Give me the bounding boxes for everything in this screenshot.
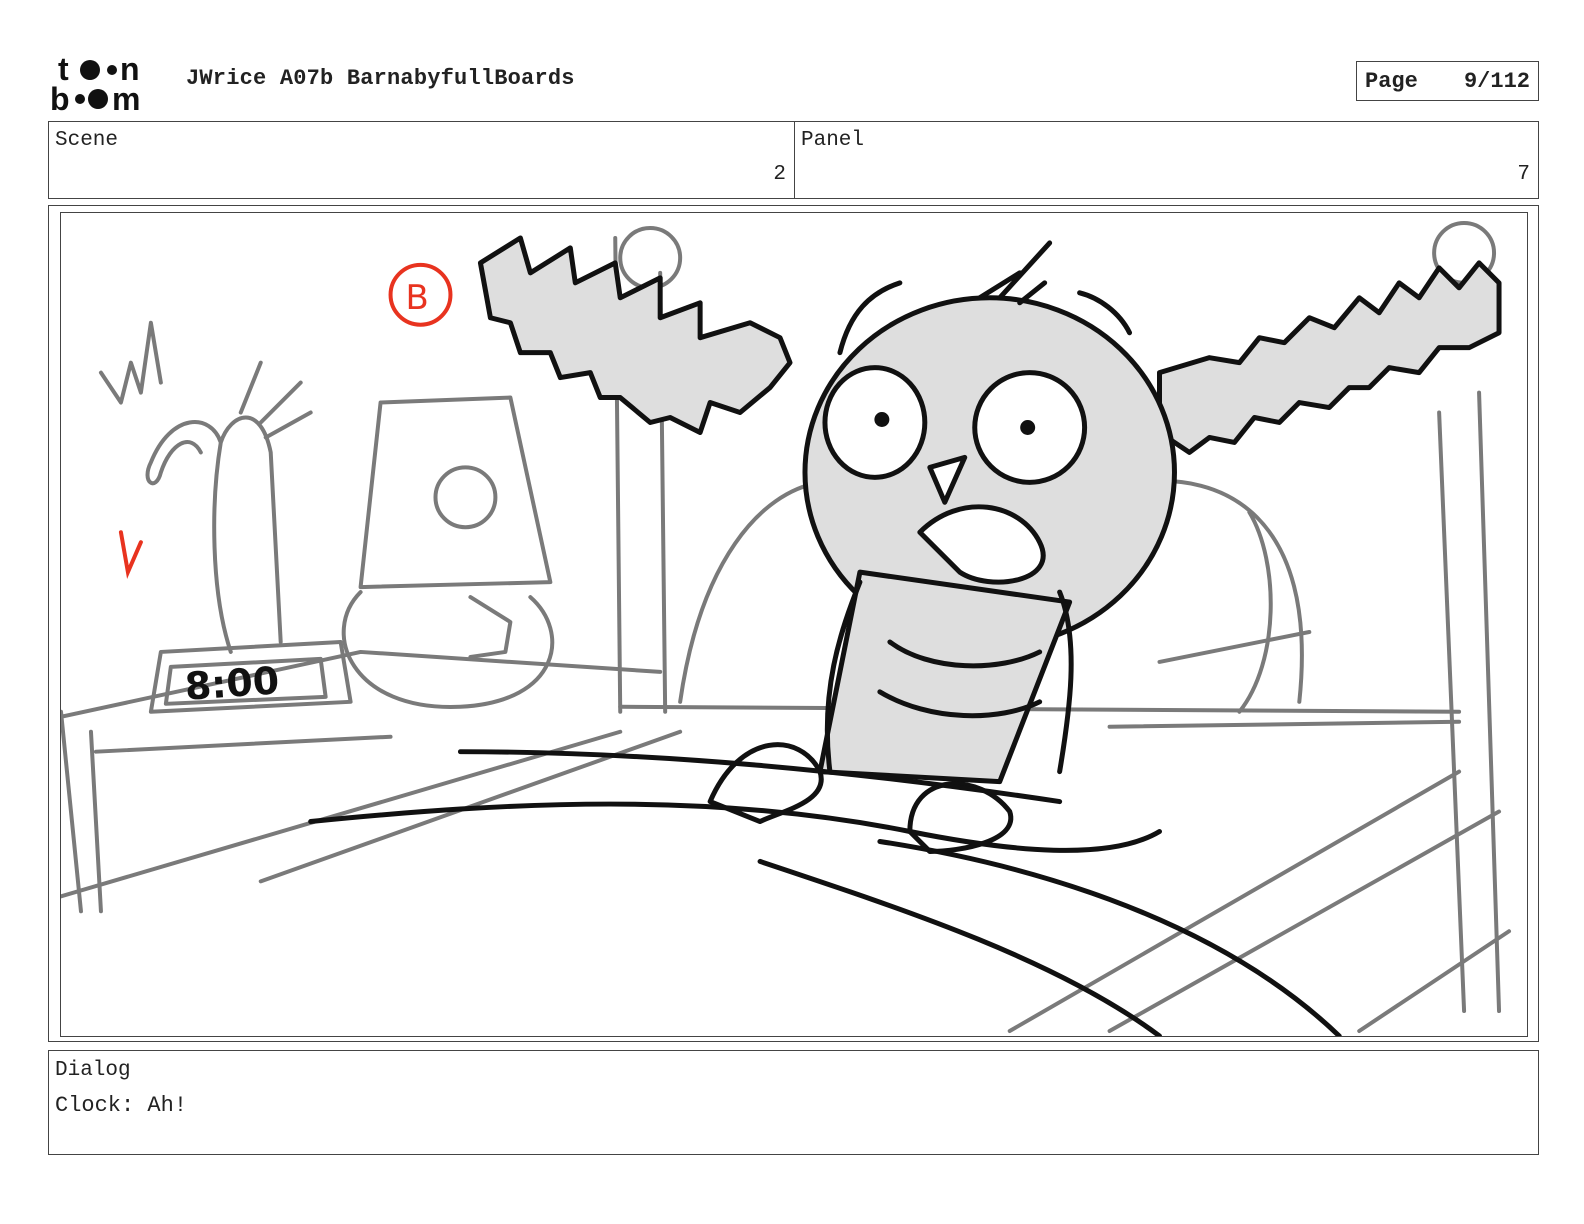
scene-value: 2 [773,163,786,186]
dialog-label: Dialog [55,1059,131,1082]
dialog-text: Clock: Ah! [55,1093,188,1118]
red-marker-letter: B [406,279,429,318]
panel-cell: Panel 7 [795,122,1538,198]
scene-cell: Scene 2 [49,122,795,198]
storyboard-panel-image: 8:00 B [60,212,1528,1037]
svg-text:b: b [50,81,70,112]
page-label: Page [1365,69,1418,94]
toonboom-logo: t n b m [50,51,140,112]
panel-value: 7 [1517,163,1530,186]
clock-display: 8:00 [183,658,280,708]
page-number: 9/112 [1463,69,1530,94]
dialog-box: Dialog Clock: Ah! [48,1050,1539,1155]
svg-text:m: m [112,81,140,112]
sketch-drawing: 8:00 B [61,220,1512,1036]
scene-panel-row: Scene 2 Panel 7 [48,121,1539,199]
document-title: JWrice A07b BarnabyfullBoards [186,66,575,91]
panel-label: Panel [801,129,865,152]
scene-label: Scene [55,129,119,152]
page-indicator: Page 9/112 [1356,61,1539,101]
